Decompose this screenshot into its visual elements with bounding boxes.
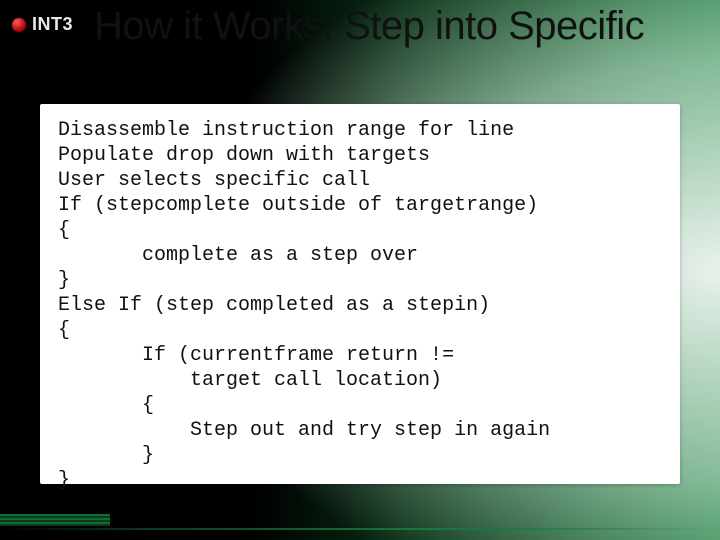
code-card: Disassemble instruction range for line P… xyxy=(40,104,680,484)
brand-name: INT3 xyxy=(32,14,73,35)
brand-dot-icon xyxy=(12,18,26,32)
pseudocode: Disassemble instruction range for line P… xyxy=(58,118,662,493)
footer-line xyxy=(0,528,720,530)
footer-accent xyxy=(0,514,110,526)
slide-title: How it Works: Step into Specific xyxy=(94,0,710,48)
slide: INT3 How it Works: Step into Specific Di… xyxy=(0,0,720,540)
brand-badge: INT3 xyxy=(12,14,73,35)
